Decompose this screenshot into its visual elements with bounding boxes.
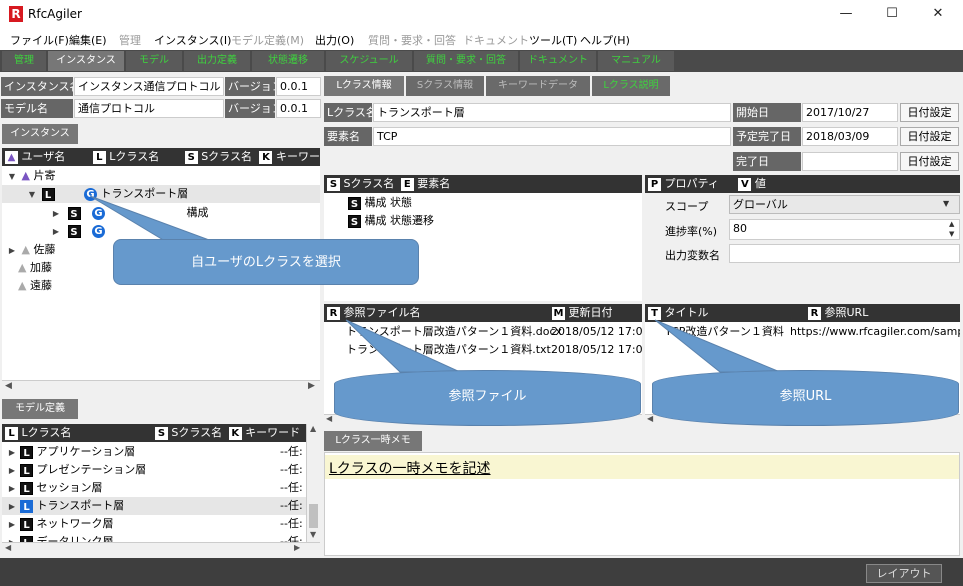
callout-pointers xyxy=(89,195,781,373)
callout-ref-url: 参照URL xyxy=(652,370,959,426)
callout-ref-file: 参照ファイル xyxy=(334,370,641,426)
callout-pointer xyxy=(654,319,781,373)
callout-pointer xyxy=(89,195,221,245)
callout-select-lclass: 自ユーザのLクラスを選択 xyxy=(113,239,419,285)
callout-pointer xyxy=(345,319,461,373)
